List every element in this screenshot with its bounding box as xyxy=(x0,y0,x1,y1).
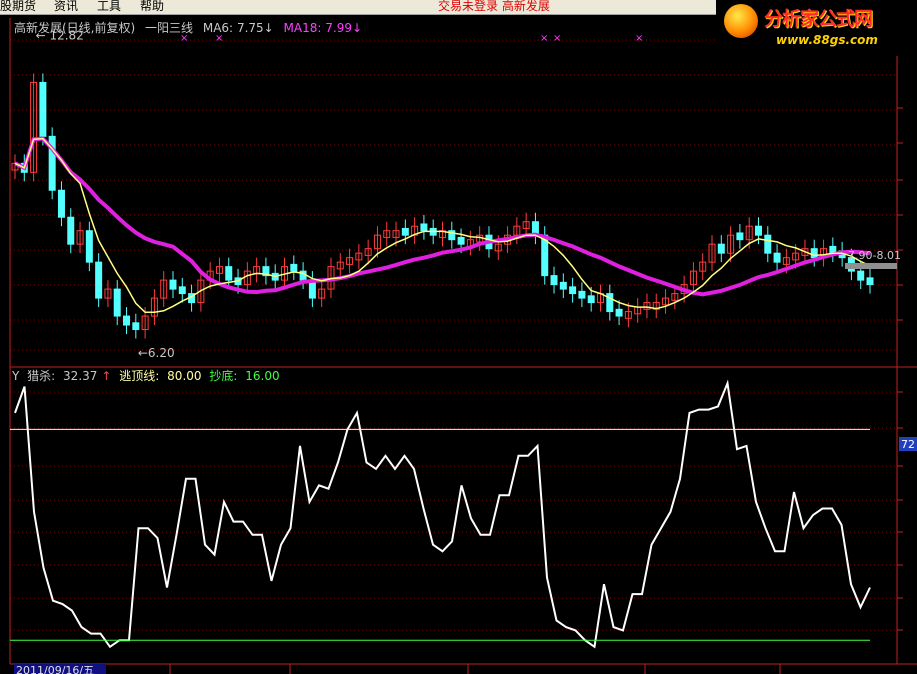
candle-body xyxy=(569,286,577,295)
indicator-name: 一阳三线 xyxy=(145,21,194,35)
ma18-line xyxy=(14,136,871,297)
ma6-legend: MA6: 7.75↓ xyxy=(202,21,274,35)
stock-title: 高新发展(日线,前复权) xyxy=(14,21,136,35)
candle-body xyxy=(225,266,233,281)
value-tag: 72 xyxy=(901,438,915,451)
indicator-panel-header: Y 猎杀: 32.37 ↑ 逃顶线: 80.00 抄底: 16.00 xyxy=(12,368,284,384)
candle-body xyxy=(764,234,772,254)
x-marker-icon: × xyxy=(540,33,548,44)
candle-body xyxy=(169,279,177,290)
candle-body xyxy=(717,243,725,254)
indicator-series: 72 xyxy=(10,379,917,649)
main-panel-grid xyxy=(10,39,897,351)
price-tag-bar xyxy=(845,263,897,269)
logo-title: 分析家公式网 xyxy=(764,8,873,30)
candle-body xyxy=(420,223,428,232)
candle-body xyxy=(178,286,186,295)
x-marker-icon: × xyxy=(553,33,561,44)
candle-body xyxy=(810,248,818,259)
y-label: Y xyxy=(12,369,20,383)
top-line-label: 逃顶线: xyxy=(119,369,160,383)
ma18-label: MA18: xyxy=(283,21,322,35)
ma18-value: 7.99 xyxy=(325,21,352,35)
candle-body xyxy=(401,227,409,236)
site-logo: 分析家公式网 www.88gs.com xyxy=(716,0,917,56)
price-tag: 7.90-8.01 xyxy=(848,249,901,262)
x-axis: 2011/09/16/五 xyxy=(10,107,917,674)
candle-body xyxy=(85,230,93,263)
hunt-line xyxy=(14,379,871,649)
candle-body xyxy=(550,275,558,286)
logo-ball-icon xyxy=(724,4,758,38)
candle-body xyxy=(132,322,140,331)
ma6-label: MA6: xyxy=(202,21,234,35)
candle-body xyxy=(123,315,131,326)
candlestick-series xyxy=(11,73,874,339)
candle-body xyxy=(57,189,65,218)
candle-body xyxy=(736,232,744,241)
candle-body xyxy=(457,236,465,245)
candle-body xyxy=(113,288,121,317)
candle-body xyxy=(95,261,103,299)
ma18-legend: MA18: 7.99↓ xyxy=(283,21,363,35)
candle-body xyxy=(587,295,595,304)
ma6-value: 7.75 xyxy=(236,21,264,35)
candle-body xyxy=(773,252,781,263)
candle-body xyxy=(615,308,623,317)
indicator-panel-grid xyxy=(10,391,897,631)
top-line-value: 80.00 xyxy=(167,369,202,383)
candle-body xyxy=(290,263,298,272)
bottom-line-value: 16.00 xyxy=(245,369,280,383)
candle-body xyxy=(559,281,567,290)
logo-url: www.88gs.com xyxy=(776,33,878,47)
candle-body xyxy=(67,216,75,245)
date-label: 2011/09/16/五 xyxy=(16,664,94,674)
low-price-marker: ←6.20 xyxy=(138,346,175,360)
x-marker-icon: × xyxy=(635,33,643,44)
candle-body xyxy=(578,290,586,299)
candle-body xyxy=(754,225,762,236)
candle-body xyxy=(39,81,47,137)
hunt-value: 32.37 xyxy=(63,369,98,383)
stock-chart[interactable]: ← 12.82←6.207.90-8.01× × × × × 72 2011/09/16… xyxy=(0,0,917,674)
hunt-label: 猎杀: xyxy=(27,369,56,383)
candle-body xyxy=(866,277,874,286)
main-panel-header: 高新发展(日线,前复权) 一阳三线 MA6: 7.75↓ MA18: 7.99↓ xyxy=(14,20,368,36)
bottom-line-label: 抄底: xyxy=(209,369,238,383)
up-arrow-icon: ↑ xyxy=(101,369,112,383)
candle-body xyxy=(857,270,865,281)
